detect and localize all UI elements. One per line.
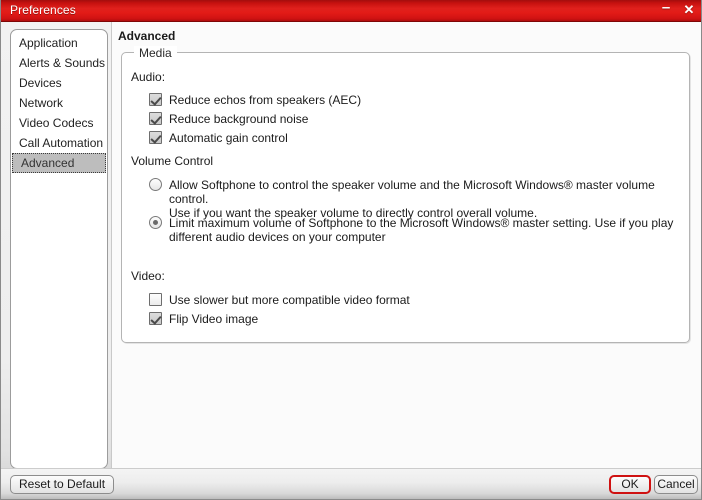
- checkbox-reduce-background-noise[interactable]: [149, 112, 162, 125]
- close-icon[interactable]: ✕: [682, 2, 696, 18]
- category-list[interactable]: Application Alerts & Sounds Devices Netw…: [10, 29, 108, 469]
- checkbox-flip-video-image[interactable]: [149, 312, 162, 325]
- media-group: Media Audio: Reduce echos from speakers …: [121, 46, 690, 343]
- volume-control-section-label: Volume Control: [131, 154, 214, 168]
- checkbox-reduce-echos[interactable]: [149, 93, 162, 106]
- radio-row-limit-maximum-volume[interactable]: Limit maximum volume of Softphone to the…: [149, 216, 673, 244]
- reset-to-default-button[interactable]: Reset to Default: [10, 475, 115, 494]
- checkbox-label-reduce-echos: Reduce echos from speakers (AEC): [169, 93, 362, 107]
- sidebar-item-call-automation[interactable]: Call Automation: [11, 133, 107, 153]
- checkbox-row-reduce-echos[interactable]: Reduce echos from speakers (AEC): [149, 93, 361, 107]
- sidebar-item-application[interactable]: Application: [11, 33, 107, 53]
- media-group-legend: Media: [134, 46, 177, 60]
- checkbox-automatic-gain-control[interactable]: [149, 131, 162, 144]
- minimize-icon[interactable]: –: [659, 0, 673, 16]
- sidebar-item-devices[interactable]: Devices: [11, 73, 107, 93]
- checkbox-label-slower-compatible-video: Use slower but more compatible video for…: [169, 293, 410, 307]
- audio-section-label: Audio:: [131, 70, 166, 84]
- title-bar: Preferences – ✕: [1, 0, 701, 22]
- sidebar-item-alerts-and-sounds[interactable]: Alerts & Sounds: [11, 53, 107, 73]
- radio-limit-maximum-volume[interactable]: [149, 216, 162, 229]
- sidebar-item-advanced[interactable]: Advanced: [12, 153, 106, 173]
- checkbox-row-slower-compatible-video[interactable]: Use slower but more compatible video for…: [149, 293, 410, 307]
- checkbox-row-flip-video-image[interactable]: Flip Video image: [149, 312, 258, 326]
- page-title: Advanced: [118, 29, 176, 43]
- preferences-window: Preferences – ✕ Application Alerts & Sou…: [0, 0, 702, 500]
- radio-row-allow-softphone-control[interactable]: Allow Softphone to control the speaker v…: [149, 178, 689, 220]
- radio-allow-softphone-control[interactable]: [149, 178, 162, 191]
- sidebar-item-video-codecs[interactable]: Video Codecs: [11, 113, 107, 133]
- cancel-button[interactable]: Cancel: [654, 475, 698, 494]
- checkbox-label-flip-video-image: Flip Video image: [169, 312, 259, 326]
- checkbox-label-automatic-gain-control: Automatic gain control: [169, 131, 288, 145]
- video-section-label: Video:: [131, 269, 165, 283]
- checkbox-row-automatic-gain-control[interactable]: Automatic gain control: [149, 131, 288, 145]
- ok-button[interactable]: OK: [609, 475, 651, 494]
- radio-label-allow-softphone-control: Allow Softphone to control the speaker v…: [169, 178, 655, 220]
- window-title: Preferences: [10, 3, 76, 17]
- window-controls: – ✕: [659, 0, 696, 18]
- footer-bar: Reset to Default OK Cancel: [1, 468, 701, 499]
- checkbox-row-reduce-background-noise[interactable]: Reduce background noise: [149, 112, 308, 126]
- radio-label-limit-maximum-volume: Limit maximum volume of Softphone to the…: [169, 216, 674, 244]
- checkbox-slower-compatible-video[interactable]: [149, 293, 162, 306]
- sidebar-item-network[interactable]: Network: [11, 93, 107, 113]
- checkbox-label-reduce-background-noise: Reduce background noise: [169, 112, 309, 126]
- content-panel: Advanced Media Audio: Reduce echos from …: [111, 22, 701, 469]
